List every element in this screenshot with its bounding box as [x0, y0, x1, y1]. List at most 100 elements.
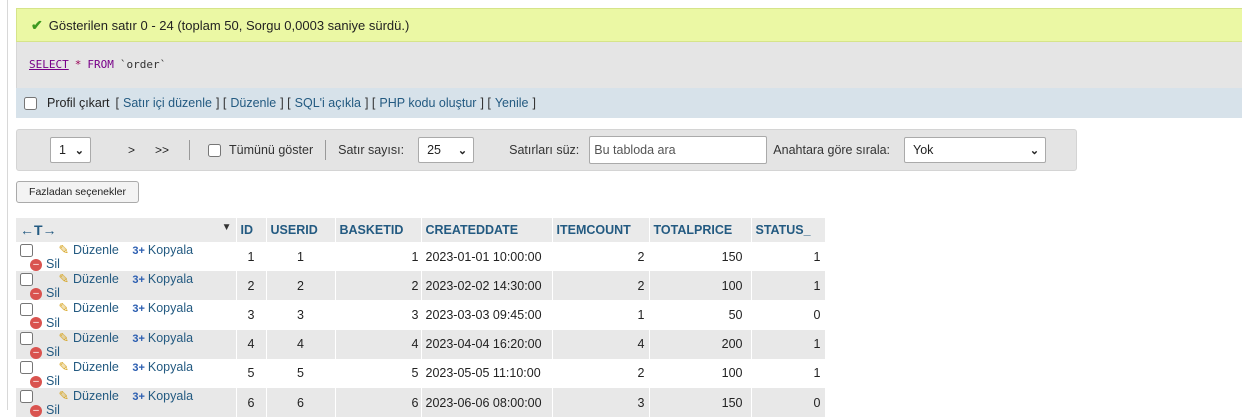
delete-icon: –: [30, 346, 42, 359]
header-userid[interactable]: USERID: [266, 218, 336, 242]
last-page-button[interactable]: >>: [155, 143, 169, 157]
cell-basketid[interactable]: 5: [335, 358, 422, 389]
copy-row-button[interactable]: 3+ Kopyala: [132, 331, 193, 345]
edit-row-button[interactable]: ✎ Düzenle: [58, 331, 118, 345]
cell-basketid[interactable]: 4: [335, 329, 422, 359]
row-checkbox[interactable]: [20, 302, 33, 316]
cell-totalprice[interactable]: 150: [649, 242, 752, 272]
cell-userid[interactable]: 5: [266, 358, 336, 389]
cell-basketid[interactable]: 1: [335, 242, 422, 272]
cell-totalprice[interactable]: 100: [649, 271, 752, 301]
copy-row-button[interactable]: 3+ Kopyala: [132, 301, 193, 315]
cell-status[interactable]: 0: [751, 388, 826, 417]
cell-totalprice[interactable]: 100: [649, 358, 752, 389]
row-checkbox[interactable]: [20, 273, 33, 287]
link-inline-edit[interactable]: Satır içi düzenle: [123, 96, 212, 110]
header-id[interactable]: ID: [236, 218, 267, 242]
header-totalprice[interactable]: TOTALPRICE: [649, 218, 752, 242]
cell-createddate[interactable]: 2023-02-02 14:30:00: [421, 271, 553, 301]
show-all-label: Tümünü göster: [229, 143, 314, 157]
pencil-icon: ✎: [58, 301, 69, 316]
success-message: ✔ Gösterilen satır 0 - 24 (toplam 50, So…: [16, 8, 1242, 42]
cell-userid[interactable]: 2: [266, 271, 336, 301]
copy-row-button[interactable]: 3+ Kopyala: [132, 272, 193, 286]
row-checkbox[interactable]: [20, 361, 33, 375]
header-itemcount[interactable]: ITEMCOUNT: [552, 218, 650, 242]
profile-checkbox[interactable]: [24, 96, 37, 110]
cell-status[interactable]: 1: [751, 358, 826, 389]
delete-row-button[interactable]: – Sil: [30, 316, 60, 330]
next-page-button[interactable]: >: [128, 143, 135, 157]
cell-createddate[interactable]: 2023-01-01 10:00:00: [421, 242, 553, 272]
cell-id[interactable]: 4: [236, 329, 267, 359]
header-createddate[interactable]: CREATEDDATE: [421, 218, 553, 242]
cell-totalprice[interactable]: 150: [649, 388, 752, 417]
header-status[interactable]: STATUS_: [751, 218, 826, 242]
cell-userid[interactable]: 1: [266, 242, 336, 272]
cell-itemcount[interactable]: 3: [552, 388, 650, 417]
cell-status[interactable]: 1: [751, 271, 826, 301]
cell-totalprice[interactable]: 200: [649, 329, 752, 359]
row-count-select[interactable]: 25 ⌄: [418, 137, 475, 163]
cell-status[interactable]: 1: [751, 242, 826, 272]
copy-row-button[interactable]: 3+ Kopyala: [132, 243, 193, 257]
delete-row-button[interactable]: – Sil: [30, 286, 60, 300]
cell-userid[interactable]: 6: [266, 388, 336, 417]
row-checkbox[interactable]: [20, 244, 33, 258]
cell-itemcount[interactable]: 2: [552, 271, 650, 301]
edit-row-button[interactable]: ✎ Düzenle: [58, 272, 118, 286]
copy-row-button[interactable]: 3+ Kopyala: [132, 360, 193, 374]
delete-row-button[interactable]: – Sil: [30, 374, 60, 388]
table-row: ✎ Düzenle 3+ Kopyala – Sil 6 6 6 2023-06-06…: [16, 388, 826, 417]
copy-row-button[interactable]: 3+ Kopyala: [132, 389, 193, 403]
link-explain-sql[interactable]: SQL'i açıkla: [295, 96, 361, 110]
caret-down-icon[interactable]: ▼: [222, 222, 232, 233]
cell-itemcount[interactable]: 4: [552, 329, 650, 359]
cell-basketid[interactable]: 2: [335, 271, 422, 301]
show-all-checkbox[interactable]: [208, 143, 222, 157]
cell-createddate[interactable]: 2023-05-05 11:10:00: [421, 358, 553, 389]
row-checkbox[interactable]: [20, 331, 33, 345]
copy-icon: 3+: [132, 245, 145, 257]
cell-id[interactable]: 3: [236, 300, 267, 330]
page-select[interactable]: 1 ⌄: [50, 137, 91, 163]
left-edge: [0, 0, 8, 410]
cell-itemcount[interactable]: 1: [552, 300, 650, 330]
delete-icon: –: [30, 288, 42, 301]
cell-basketid[interactable]: 3: [335, 300, 422, 330]
delete-row-button[interactable]: – Sil: [30, 403, 60, 417]
cell-createddate[interactable]: 2023-03-03 09:45:00: [421, 300, 553, 330]
link-refresh[interactable]: Yenile: [495, 96, 529, 110]
column-arrows-icon[interactable]: ←T→: [20, 222, 57, 238]
cell-status[interactable]: 1: [751, 329, 826, 359]
cell-itemcount[interactable]: 2: [552, 358, 650, 389]
edit-row-button[interactable]: ✎ Düzenle: [58, 360, 118, 374]
row-checkbox[interactable]: [20, 390, 33, 404]
edit-row-button[interactable]: ✎ Düzenle: [58, 243, 118, 257]
delete-row-button[interactable]: – Sil: [30, 345, 60, 359]
cell-id[interactable]: 1: [236, 242, 267, 272]
edit-row-button[interactable]: ✎ Düzenle: [58, 389, 118, 403]
cell-createddate[interactable]: 2023-06-06 08:00:00: [421, 388, 553, 417]
cell-itemcount[interactable]: 2: [552, 242, 650, 272]
cell-userid[interactable]: 3: [266, 300, 336, 330]
sort-select[interactable]: Yok ⌄: [904, 137, 1047, 163]
link-php-code[interactable]: PHP kodu oluştur: [379, 96, 476, 110]
cell-id[interactable]: 6: [236, 388, 267, 417]
query-links-bar: Profil çıkart [Satır içi düzenle] [Düzen…: [16, 88, 1242, 118]
sql-select[interactable]: SELECT: [29, 58, 69, 71]
cell-status[interactable]: 0: [751, 300, 826, 330]
delete-row-button[interactable]: – Sil: [30, 257, 60, 271]
cell-basketid[interactable]: 6: [335, 388, 422, 417]
cell-id[interactable]: 2: [236, 271, 267, 301]
cell-id[interactable]: 5: [236, 358, 267, 389]
cell-totalprice[interactable]: 50: [649, 300, 752, 330]
more-options-button[interactable]: Fazladan seçenekler: [16, 181, 139, 203]
link-edit[interactable]: Düzenle: [230, 96, 276, 110]
filter-input[interactable]: Bu tabloda ara: [589, 136, 768, 164]
header-basketid[interactable]: BASKETID: [335, 218, 422, 242]
copy-icon: 3+: [132, 361, 145, 374]
cell-createddate[interactable]: 2023-04-04 16:20:00: [421, 329, 553, 359]
edit-row-button[interactable]: ✎ Düzenle: [58, 301, 118, 315]
cell-userid[interactable]: 4: [266, 329, 336, 359]
